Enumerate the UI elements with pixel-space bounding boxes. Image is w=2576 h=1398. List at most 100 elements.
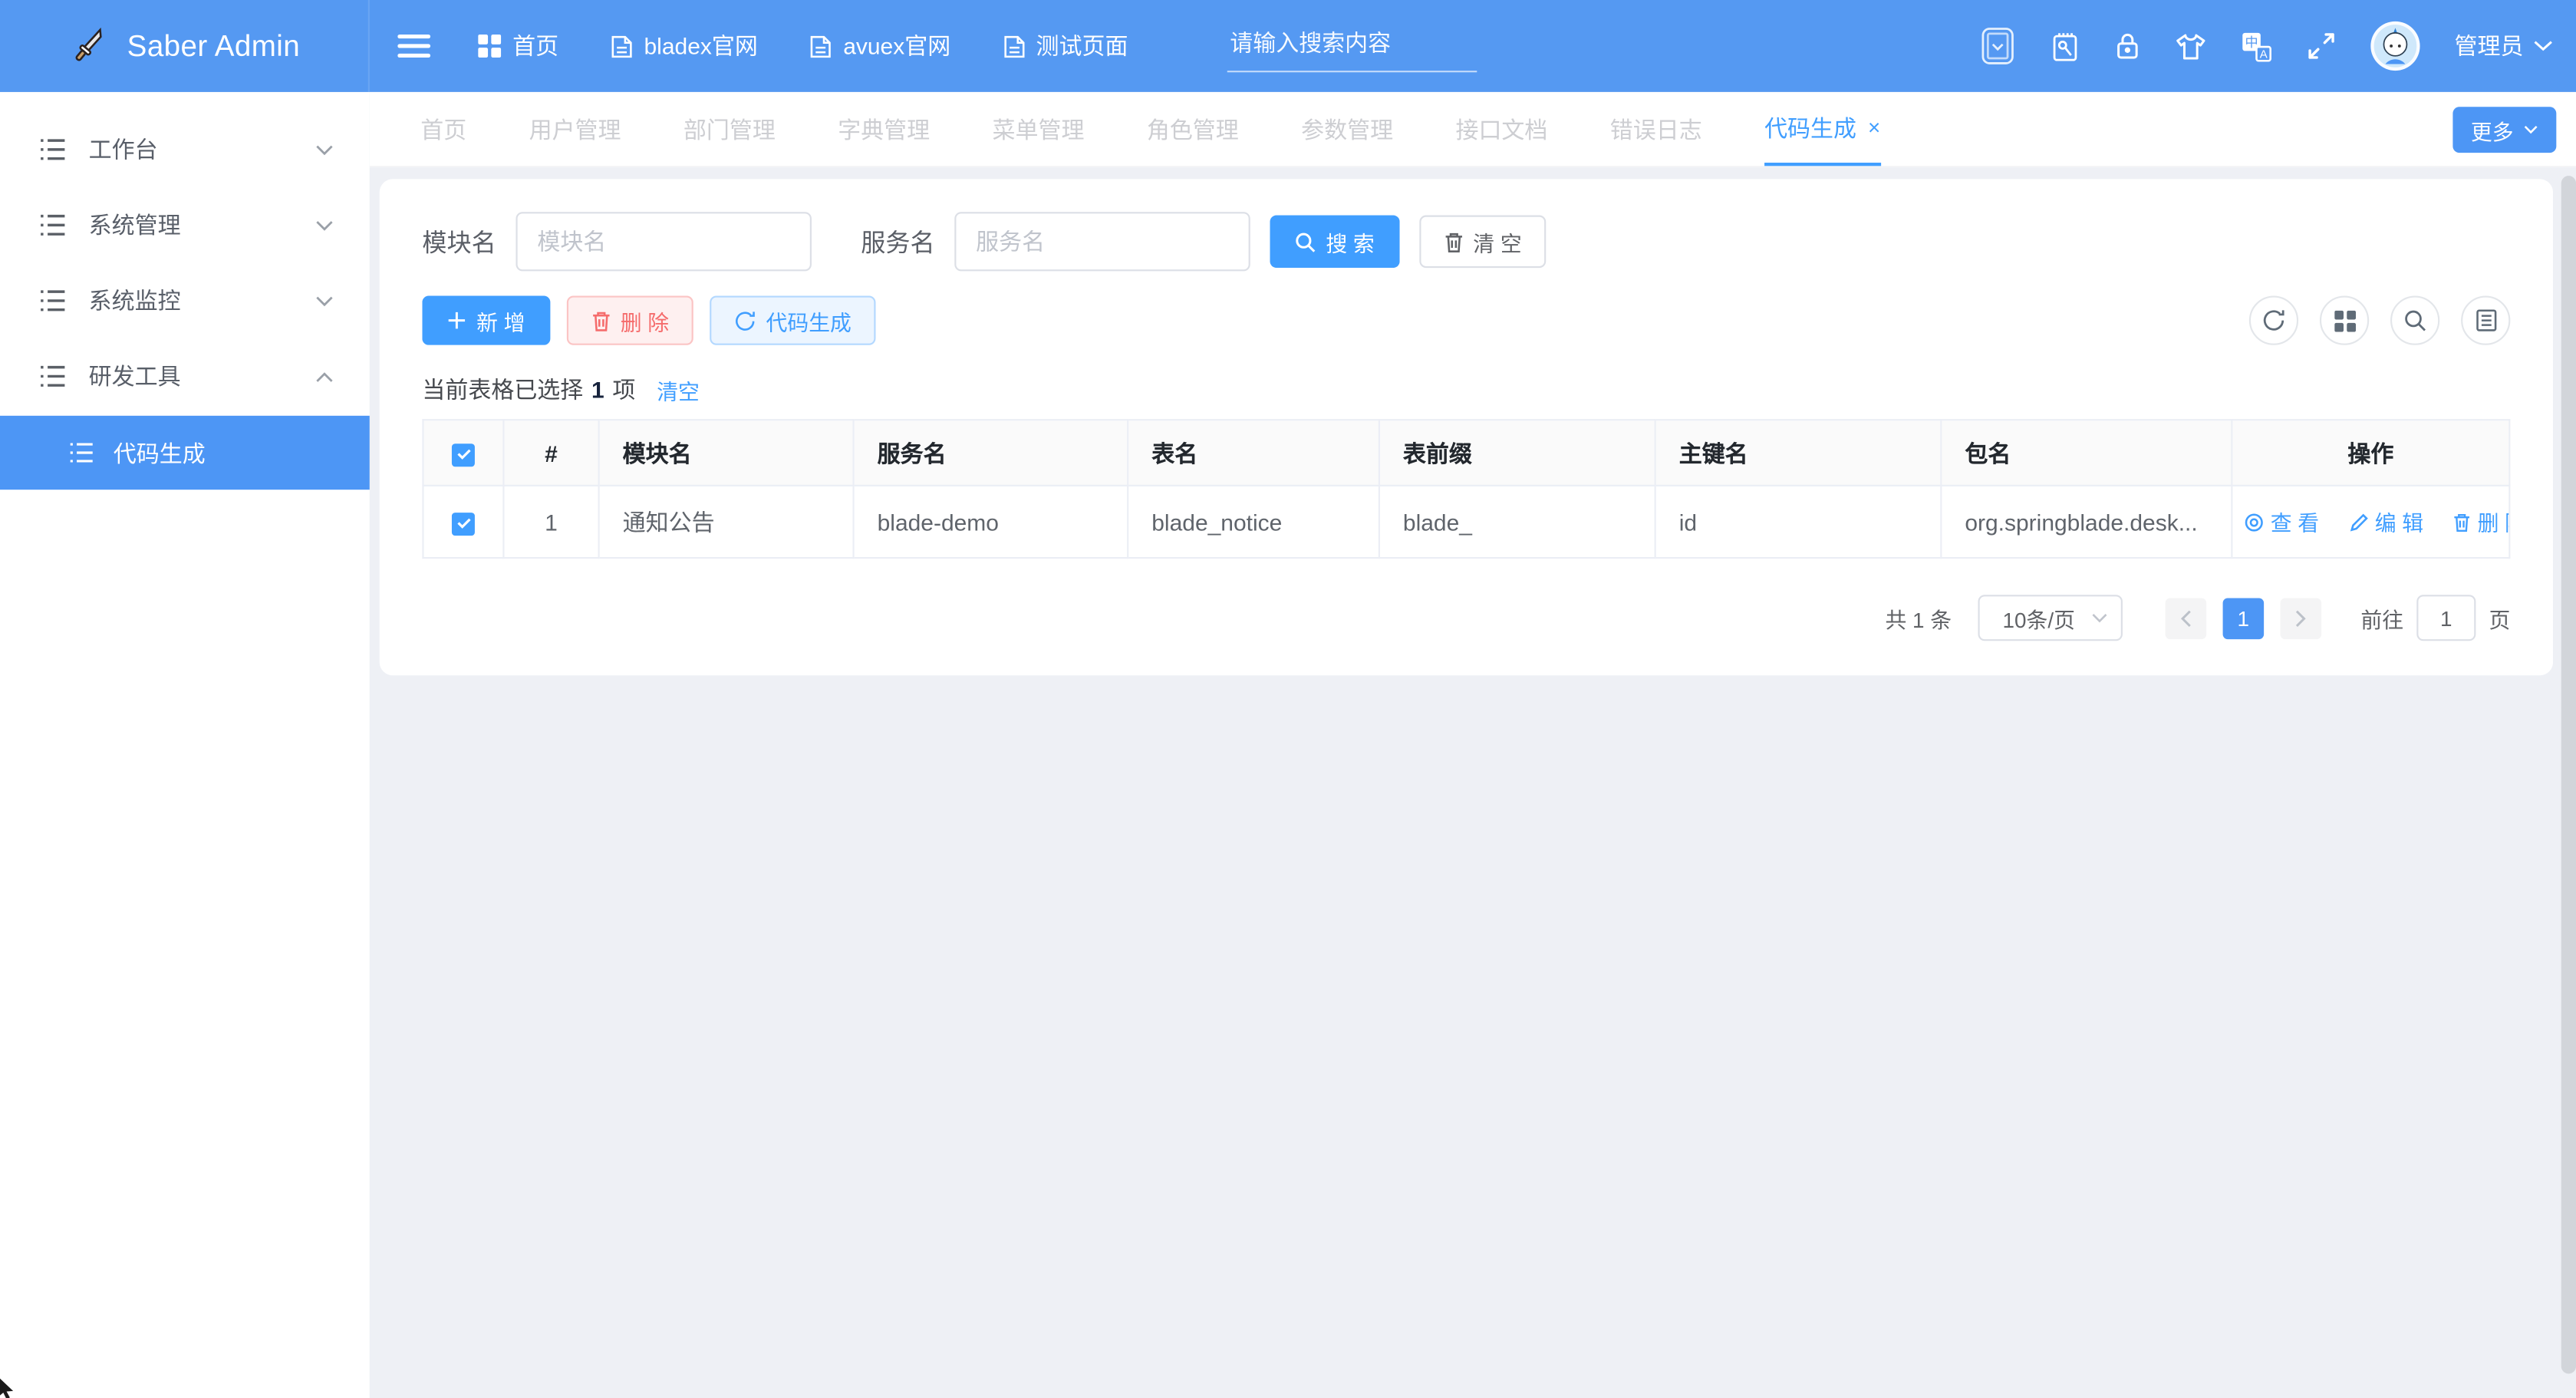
- sidebar-item-label: 系统管理: [89, 209, 181, 242]
- chevron-down-icon: [315, 295, 334, 306]
- service-name-input[interactable]: [954, 212, 1250, 271]
- select-all-checkbox[interactable]: [452, 443, 475, 466]
- more-tabs-button[interactable]: 更多: [2452, 107, 2556, 153]
- sword-logo-icon: [68, 25, 111, 68]
- chevron-down-icon: [315, 219, 334, 231]
- column-settings-icon[interactable]: [2320, 295, 2369, 345]
- goto-label: 前往: [2360, 602, 2403, 634]
- top-menu-testpage[interactable]: 测试页面: [1003, 30, 1128, 63]
- page-size-select[interactable]: 10条/页: [1978, 595, 2122, 641]
- delete-label: 删 除: [2478, 506, 2510, 538]
- chevron-up-icon: [315, 371, 334, 382]
- sidebar-item-system-mgmt[interactable]: 系统管理: [0, 187, 370, 263]
- delete-button[interactable]: 删 除: [566, 295, 693, 345]
- edit-row-link[interactable]: 编 辑: [2348, 506, 2423, 538]
- mouse-cursor: [0, 1377, 15, 1398]
- table-menu-icon[interactable]: [2461, 295, 2510, 345]
- generate-label: 代码生成: [766, 305, 852, 336]
- selection-prefix: 当前表格已选择: [422, 373, 583, 406]
- user-name-label: 管理员: [2455, 30, 2524, 63]
- col-header-index: #: [503, 420, 598, 486]
- user-menu[interactable]: 管理员: [2455, 30, 2553, 63]
- delete-label: 删 除: [621, 305, 669, 336]
- tab-param-mgmt[interactable]: 参数管理: [1301, 92, 1393, 166]
- sidebar-item-label: 研发工具: [89, 360, 181, 393]
- top-menu-bladex[interactable]: bladex官网: [611, 30, 758, 63]
- tab-dept-mgmt[interactable]: 部门管理: [684, 92, 776, 166]
- list-menu-icon: [69, 442, 94, 463]
- pagination: 共 1 条 10条/页 1: [422, 595, 2510, 641]
- list-menu-icon: [39, 138, 65, 161]
- tab-home[interactable]: 首页: [420, 92, 466, 166]
- cell-module: 通知公告: [599, 486, 854, 558]
- search-button[interactable]: 搜 索: [1270, 216, 1399, 269]
- refresh-table-icon[interactable]: [2249, 295, 2298, 345]
- app-title: Saber Admin: [127, 28, 300, 63]
- svg-text:A: A: [2260, 47, 2268, 60]
- sidebar-item-system-monitor[interactable]: 系统监控: [0, 263, 370, 339]
- tab-role-mgmt[interactable]: 角色管理: [1147, 92, 1239, 166]
- theme-shirt-icon[interactable]: [2175, 32, 2206, 60]
- delete-row-link[interactable]: 删 除: [2452, 506, 2509, 538]
- cell-service: blade-demo: [854, 486, 1128, 558]
- translate-icon[interactable]: 中 A: [2241, 31, 2272, 62]
- plus-icon: [447, 311, 467, 331]
- col-header-actions: 操作: [2232, 420, 2509, 486]
- tab-menu-mgmt[interactable]: 菜单管理: [993, 92, 1085, 166]
- row-checkbox[interactable]: [452, 512, 475, 535]
- next-page-button[interactable]: [2280, 597, 2321, 638]
- collapse-menu-icon[interactable]: [386, 18, 442, 74]
- trash-icon: [591, 310, 611, 331]
- fullscreen-icon[interactable]: [2307, 31, 2337, 61]
- top-menu-avuex[interactable]: avuex官网: [810, 30, 950, 63]
- sidebar-item-dev-tools[interactable]: 研发工具: [0, 338, 370, 414]
- tab-dict-mgmt[interactable]: 字典管理: [838, 92, 930, 166]
- chevron-down-icon: [2533, 39, 2553, 52]
- total-count-label: 共 1 条: [1885, 602, 1952, 634]
- brand-logo: Saber Admin: [0, 0, 370, 92]
- tab-label: 代码生成: [1764, 111, 1856, 144]
- page-1-button[interactable]: 1: [2223, 597, 2265, 638]
- add-button[interactable]: 新 增: [422, 295, 549, 345]
- top-search-input[interactable]: 请输入搜索内容: [1227, 20, 1477, 73]
- tab-user-mgmt[interactable]: 用户管理: [529, 92, 621, 166]
- col-header-module: 模块名: [599, 420, 854, 486]
- clear-filters-button[interactable]: 清 空: [1419, 216, 1547, 269]
- close-tab-icon[interactable]: ×: [1868, 117, 1880, 138]
- prev-page-button[interactable]: [2166, 597, 2207, 638]
- sidebar-item-workbench[interactable]: 工作台: [0, 112, 370, 188]
- tab-api-doc[interactable]: 接口文档: [1455, 92, 1547, 166]
- module-name-input[interactable]: [516, 212, 811, 271]
- chevron-down-icon: [315, 143, 334, 155]
- sidebar-item-label: 系统监控: [89, 284, 181, 317]
- page-size-value: 10条/页: [2003, 602, 2075, 634]
- list-menu-icon: [39, 289, 65, 312]
- tab-code-generation-active[interactable]: 代码生成 ×: [1764, 92, 1880, 166]
- pencil-icon: [2348, 512, 2368, 532]
- list-menu-icon: [39, 364, 65, 387]
- topbar: Saber Admin 首页: [0, 0, 2576, 92]
- module-name-label: 模块名: [422, 224, 496, 259]
- col-header-package: 包名: [1941, 420, 2232, 486]
- lock-icon[interactable]: [2114, 31, 2140, 61]
- more-label: 更多: [2471, 114, 2514, 146]
- code-generate-button[interactable]: 代码生成: [710, 295, 876, 345]
- tab-error-log[interactable]: 错误日志: [1610, 92, 1702, 166]
- top-menu-label: bladex官网: [644, 30, 758, 63]
- selection-count: 1: [591, 376, 604, 402]
- goto-page-input[interactable]: [2416, 595, 2476, 641]
- user-avatar[interactable]: [2370, 21, 2420, 71]
- debug-tool-icon[interactable]: [2051, 31, 2080, 62]
- vertical-scrollbar[interactable]: [2561, 176, 2576, 1373]
- col-header-service: 服务名: [854, 420, 1128, 486]
- app-window: Saber Admin 首页: [0, 0, 2576, 1398]
- col-header-pk: 主键名: [1655, 420, 1942, 486]
- clear-selection-link[interactable]: 清空: [657, 374, 700, 405]
- top-menu-home[interactable]: 首页: [478, 30, 558, 63]
- search-toggle-icon[interactable]: [2390, 295, 2439, 345]
- refresh-icon: [735, 310, 756, 331]
- sidebar-item-code-generation[interactable]: 代码生成: [0, 416, 370, 490]
- tag-collapse-icon[interactable]: [1980, 26, 2016, 65]
- cell-prefix: blade_: [1379, 486, 1655, 558]
- view-row-link[interactable]: 查 看: [2244, 506, 2319, 538]
